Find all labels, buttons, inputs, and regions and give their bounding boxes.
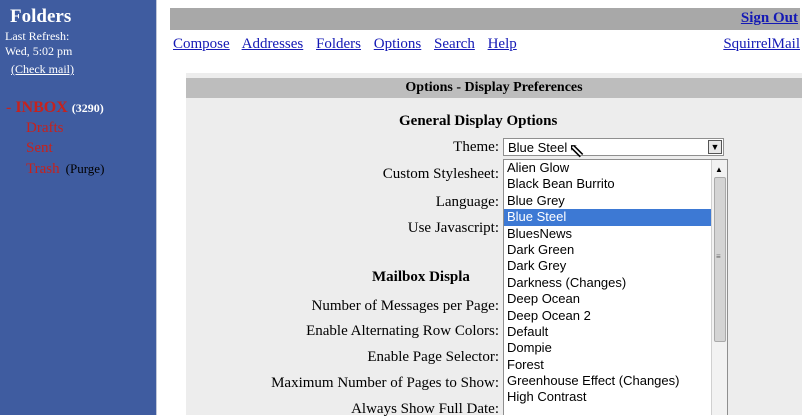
theme-option[interactable]: Alien Glow xyxy=(504,160,727,176)
folder-inbox[interactable]: - INBOX (3290) xyxy=(6,99,104,117)
search-link[interactable]: Search xyxy=(434,36,475,52)
chevron-down-icon[interactable]: ▼ xyxy=(708,140,722,154)
inbox-collapse-dash[interactable]: - xyxy=(6,99,11,116)
folder-trash[interactable]: Trash (Purge) xyxy=(26,161,104,178)
last-refresh-label: Last Refresh: xyxy=(5,29,70,43)
theme-option[interactable]: Dompie xyxy=(504,340,727,356)
custom-stylesheet-label: Custom Stylesheet: xyxy=(382,166,499,182)
theme-select-value[interactable]: Blue Steel xyxy=(508,140,567,155)
theme-option[interactable]: Deep Ocean xyxy=(504,291,727,307)
always-show-full-date-label: Always Show Full Date: xyxy=(351,401,499,417)
squirrelmail-link[interactable]: SquirrelMail xyxy=(723,36,800,53)
folders-sidebar: Folders Last Refresh: Wed, 5:02 pm (Chec… xyxy=(0,0,156,415)
theme-option[interactable]: Black Bean Burrito xyxy=(504,176,727,192)
compose-link[interactable]: Compose xyxy=(173,36,230,52)
folder-drafts[interactable]: Drafts xyxy=(26,120,64,137)
max-pages-label: Maximum Number of Pages to Show: xyxy=(271,375,499,391)
scroll-up-icon[interactable]: ▲ xyxy=(715,165,723,174)
theme-option[interactable]: Deep Ocean 2 xyxy=(504,308,727,324)
theme-option[interactable]: Blue Grey xyxy=(504,193,727,209)
theme-option[interactable]: BluesNews xyxy=(504,226,727,242)
theme-option[interactable]: High Contrast xyxy=(504,389,727,405)
theme-label: Theme: xyxy=(453,139,499,155)
alternating-row-colors-label: Enable Alternating Row Colors: xyxy=(306,323,499,339)
check-mail-link[interactable]: (Check mail) xyxy=(11,62,74,77)
help-link[interactable]: Help xyxy=(488,36,517,52)
mouse-pointer-icon: ⇖ xyxy=(568,140,585,162)
options-header: Options - Display Preferences xyxy=(186,78,802,98)
scroll-thumb[interactable]: ≡ xyxy=(714,177,726,342)
sign-out-link[interactable]: Sign Out xyxy=(741,10,798,27)
theme-option[interactable]: Greenhouse Effect (Changes) xyxy=(504,373,727,389)
page-selector-label: Enable Page Selector: xyxy=(367,349,499,365)
use-javascript-label: Use Javascript: xyxy=(407,220,499,236)
thumb-grip-icon: ≡ xyxy=(716,252,721,261)
dropdown-scrollbar[interactable]: ▲ ≡ xyxy=(711,160,727,415)
folder-sent[interactable]: Sent xyxy=(26,140,53,157)
theme-dropdown-list[interactable]: Alien Glow Black Bean Burrito Blue Grey Blu… xyxy=(503,159,728,415)
purge-link[interactable]: (Purge) xyxy=(66,161,105,176)
messages-per-page-label: Number of Messages per Page: xyxy=(311,298,499,314)
mailbox-display-title: Mailbox Displa xyxy=(372,269,470,285)
top-bar: Sign Out xyxy=(170,8,800,30)
addresses-link[interactable]: Addresses xyxy=(242,36,304,52)
inbox-label[interactable]: INBOX xyxy=(15,99,67,116)
trash-label[interactable]: Trash xyxy=(26,161,60,177)
theme-option[interactable]: Dark Green xyxy=(504,242,727,258)
main-nav: Compose Addresses Folders Options Search… xyxy=(173,36,526,53)
folders-link[interactable]: Folders xyxy=(316,36,361,52)
theme-option[interactable]: Forest xyxy=(504,357,727,373)
inbox-count: (3290) xyxy=(71,101,104,115)
theme-option[interactable]: Darkness (Changes) xyxy=(504,275,727,291)
sidebar-divider[interactable] xyxy=(156,0,164,415)
last-refresh-time: Wed, 5:02 pm xyxy=(5,44,73,58)
options-link[interactable]: Options xyxy=(374,36,422,52)
theme-options-container: Alien Glow Black Bean Burrito Blue Grey Blu… xyxy=(504,160,727,406)
folders-title: Folders xyxy=(10,6,72,27)
last-refresh: Last Refresh: Wed, 5:02 pm xyxy=(5,29,72,59)
theme-option[interactable]: Default xyxy=(504,324,727,340)
theme-option[interactable]: Blue Steel xyxy=(504,209,727,226)
language-label: Language: xyxy=(435,194,499,210)
theme-option[interactable]: Dark Grey xyxy=(504,258,727,274)
theme-select[interactable]: Blue Steel ▼ xyxy=(503,138,724,156)
general-display-title: General Display Options xyxy=(399,113,558,129)
